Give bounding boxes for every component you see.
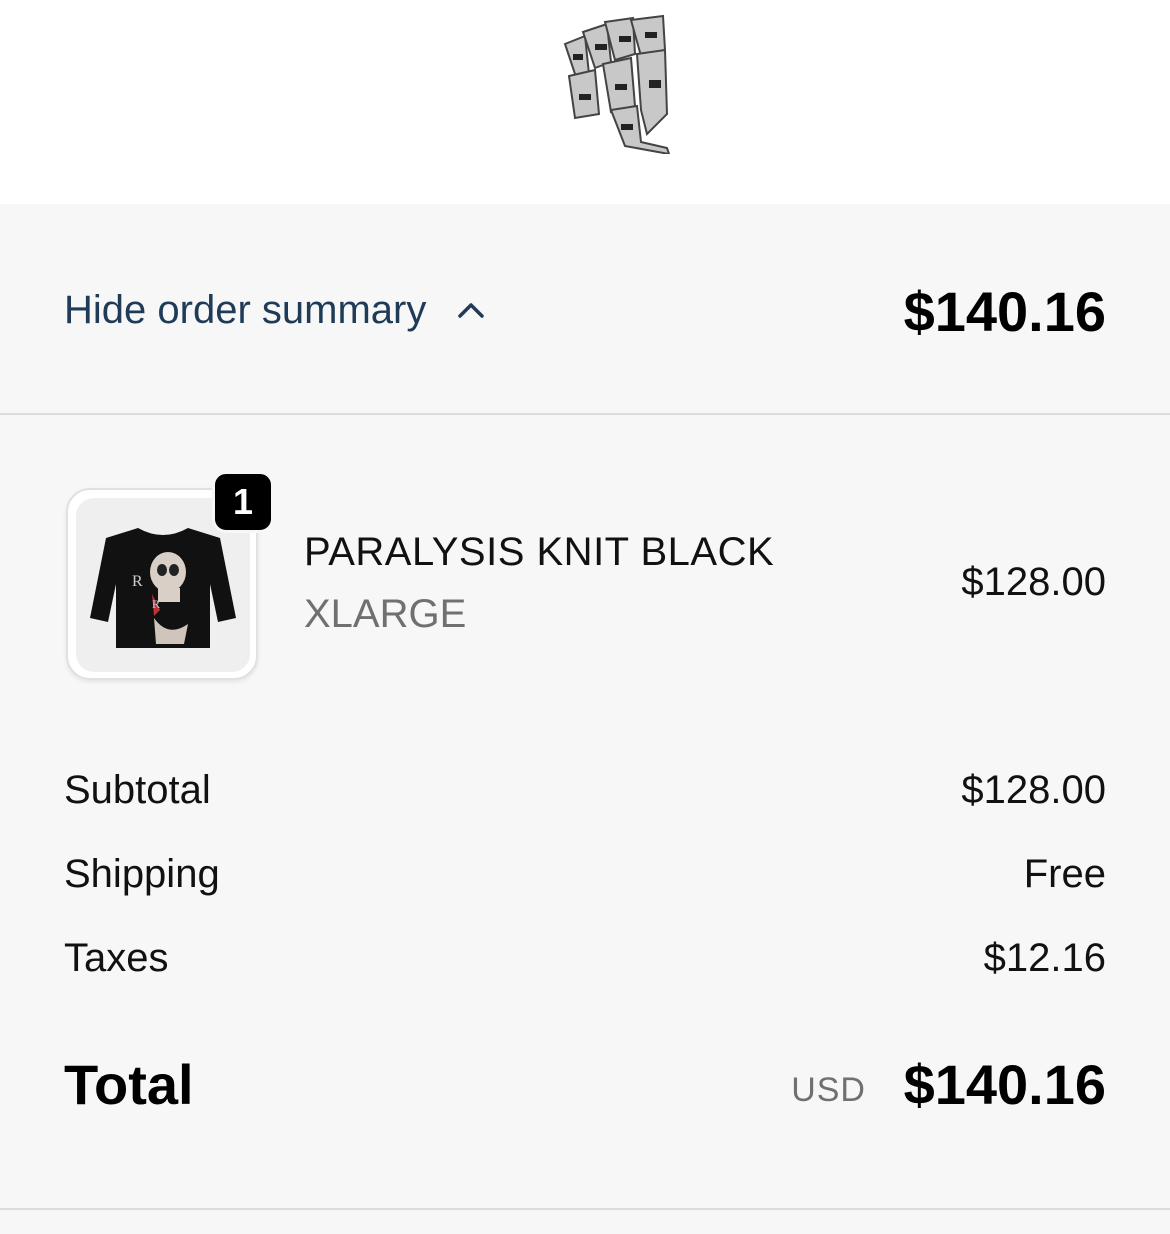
product-name: PARALYSIS KNIT BLACK (304, 530, 775, 574)
taxes-row: Taxes $12.16 (64, 934, 1106, 982)
svg-text:R: R (152, 597, 160, 611)
shipping-value: Free (1023, 852, 1106, 896)
store-header (0, 0, 1170, 204)
total-value: $140.16 (903, 1053, 1106, 1116)
shipping-row: Shipping Free (64, 850, 1106, 898)
total-row: Total USD $140.16 (64, 1052, 1106, 1118)
order-summary-toggle-row: Hide order summary $140.16 (0, 204, 1170, 415)
divider (0, 1208, 1170, 1210)
toggle-label: Hide order summary (64, 288, 427, 332)
subtotal-value: $128.00 (961, 768, 1106, 812)
product-variant: XLARGE (304, 592, 467, 636)
taxes-value: $12.16 (983, 936, 1106, 980)
taxes-label: Taxes (64, 936, 169, 980)
hide-order-summary-toggle[interactable]: Hide order summary (64, 286, 486, 334)
currency-code: USD (791, 1071, 866, 1109)
chevron-up-icon (458, 303, 485, 318)
total-label: Total (64, 1053, 194, 1116)
summary-total-amount: $140.16 (903, 280, 1106, 343)
subtotal-row: Subtotal $128.00 (64, 766, 1106, 814)
store-logo[interactable] (555, 14, 677, 154)
svg-text:R: R (132, 573, 143, 590)
order-summary: Hide order summary $140.16 R R 1 PARALYS… (0, 204, 1170, 1234)
product-price: $128.00 (961, 560, 1106, 604)
subtotal-label: Subtotal (64, 768, 211, 812)
quantity-badge: 1 (212, 471, 274, 533)
shipping-label: Shipping (64, 852, 220, 896)
